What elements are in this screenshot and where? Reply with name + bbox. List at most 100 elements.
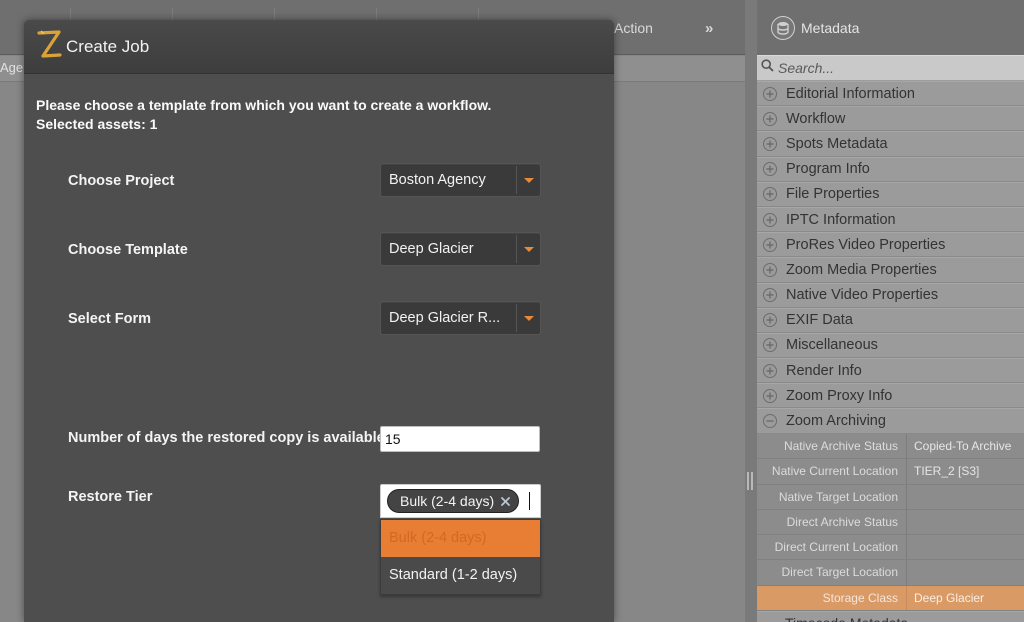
dialog-header[interactable]: Create Job: [24, 20, 614, 74]
field-direct-target-location[interactable]: Direct Target Location: [757, 560, 1024, 586]
days-available-input[interactable]: [380, 426, 540, 452]
section-label: Program Info: [786, 161, 870, 178]
expand-plus-icon: [763, 136, 777, 151]
field-storage-class[interactable]: Storage Class Deep Glacier: [757, 585, 1024, 612]
section-label: Workflow: [786, 110, 846, 127]
field-native-target-location[interactable]: Native Target Location: [757, 484, 1024, 510]
select-form-dropdown[interactable]: Deep Glacier R...: [380, 301, 541, 335]
panel-splitter[interactable]: [745, 0, 757, 622]
choose-project-label: Choose Project: [68, 173, 175, 189]
remove-chip-icon[interactable]: [500, 496, 510, 506]
expand-plus-icon: [763, 162, 777, 177]
section-zoom-archiving[interactable]: Zoom Archiving: [757, 408, 1024, 434]
dropdown-toggle[interactable]: [516, 235, 540, 263]
section-spots-metadata[interactable]: Spots Metadata: [757, 131, 1024, 157]
dropdown-value: Boston Agency: [389, 172, 486, 188]
field-value: [907, 510, 1024, 534]
dropdown-value: Deep Glacier R...: [389, 310, 501, 326]
field-label: Direct Archive Status: [757, 509, 907, 535]
section-label: Timecode Metadata: [785, 612, 908, 622]
toolbar-action-button[interactable]: Action: [614, 0, 702, 55]
section-label: File Properties: [786, 186, 880, 203]
restore-tier-select[interactable]: Bulk (2-4 days): [380, 484, 541, 518]
dropdown-toggle[interactable]: [516, 166, 540, 194]
choose-project-dropdown[interactable]: Boston Agency: [380, 163, 541, 197]
caret-down-icon: [523, 315, 534, 321]
dropdown-value: Deep Glacier: [389, 241, 474, 257]
zoom-archiving-fields: Native Archive Status Copied-To Archive N…: [757, 434, 1024, 612]
expand-plus-icon: [763, 288, 777, 303]
intro-instruction: Please choose a template from which you …: [36, 97, 492, 113]
expand-plus-icon: [763, 237, 777, 252]
expand-plus-icon: [763, 338, 777, 353]
section-label: Render Info: [786, 362, 862, 379]
expand-plus-icon: [763, 212, 777, 227]
expand-plus-icon: [763, 262, 777, 277]
section-label: ProRes Video Properties: [786, 236, 946, 253]
field-label: Native Target Location: [757, 484, 907, 509]
field-value: Copied-To Archive: [914, 439, 1012, 453]
toolbar-expand-icon[interactable]: »: [705, 0, 723, 55]
tier-option-standard[interactable]: Standard (1-2 days): [381, 557, 540, 594]
collapse-minus-icon: [763, 414, 777, 429]
section-label: Editorial Information: [786, 85, 915, 102]
choose-template-label: Choose Template: [68, 242, 188, 258]
expand-plus-icon: [763, 313, 777, 328]
field-direct-archive-status[interactable]: Direct Archive Status: [757, 509, 1024, 536]
section-iptc-information[interactable]: IPTC Information: [757, 206, 1024, 233]
expand-plus-icon: [763, 86, 777, 101]
expand-plus-icon: [763, 388, 777, 403]
database-icon: [771, 15, 795, 40]
section-editorial-information[interactable]: Editorial Information: [757, 81, 1024, 107]
section-exif-data[interactable]: EXIF Data: [757, 307, 1024, 333]
section-workflow[interactable]: Workflow: [757, 106, 1024, 132]
section-label: IPTC Information: [786, 211, 896, 228]
restore-tier-label: Restore Tier: [68, 489, 153, 505]
section-render-info[interactable]: Render Info: [757, 358, 1024, 384]
section-miscellaneous[interactable]: Miscellaneous: [757, 332, 1024, 359]
splitter-grip-icon[interactable]: [747, 472, 753, 490]
metadata-sections: Editorial Information Workflow Spots Met…: [757, 81, 1024, 434]
expand-plus-icon: [763, 187, 777, 202]
field-direct-current-location[interactable]: Direct Current Location: [757, 535, 1024, 561]
field-native-current-location[interactable]: Native Current Location TIER_2 [S3]: [757, 459, 1024, 485]
caret-down-icon: [523, 246, 534, 252]
text-cursor: [529, 492, 531, 510]
selected-assets-count: Selected assets: 1: [36, 116, 158, 132]
section-native-video-properties[interactable]: Native Video Properties: [757, 282, 1024, 308]
metadata-title: Metadata: [801, 19, 860, 36]
grid-column-header[interactable]: Age: [0, 60, 23, 75]
field-value: TIER_2 [S3]: [914, 464, 980, 479]
metadata-search: [757, 55, 1024, 81]
days-available-label: Number of days the restored copy is avai…: [68, 430, 385, 446]
dropdown-toggle[interactable]: [516, 304, 540, 332]
metadata-search-input[interactable]: [778, 60, 1018, 76]
field-label: Native Archive Status: [757, 434, 907, 459]
field-label: Direct Current Location: [757, 535, 907, 560]
selected-tier-chip: Bulk (2-4 days): [387, 489, 520, 513]
dialog-title: Create Job: [66, 36, 150, 56]
section-zoom-media-properties[interactable]: Zoom Media Properties: [757, 257, 1024, 283]
field-value: Deep Glacier: [914, 590, 985, 605]
create-job-dialog: Create Job Please choose a template from…: [24, 20, 614, 622]
field-label: Storage Class: [757, 585, 907, 611]
field-label: Native Current Location: [757, 459, 907, 484]
restore-tier-options: Bulk (2-4 days) Standard (1-2 days): [380, 519, 541, 595]
choose-template-dropdown[interactable]: Deep Glacier: [380, 232, 541, 266]
chip-label: Bulk (2-4 days): [400, 493, 495, 509]
section-timecode-metadata[interactable]: Timecode Metadata: [757, 611, 1024, 622]
section-file-properties[interactable]: File Properties: [757, 181, 1024, 207]
section-label: Miscellaneous: [786, 337, 878, 354]
expand-plus-icon: [763, 111, 777, 126]
field-label: Direct Target Location: [757, 560, 907, 585]
section-prores-video-properties[interactable]: ProRes Video Properties: [757, 232, 1024, 258]
section-label: Zoom Archiving: [786, 413, 886, 430]
field-native-archive-status[interactable]: Native Archive Status Copied-To Archive: [757, 434, 1024, 460]
section-zoom-proxy-info[interactable]: Zoom Proxy Info: [757, 383, 1024, 409]
field-value: [907, 485, 1024, 509]
field-value: [907, 535, 1024, 559]
section-program-info[interactable]: Program Info: [757, 156, 1024, 182]
select-form-label: Select Form: [68, 311, 151, 327]
tier-option-bulk[interactable]: Bulk (2-4 days): [381, 520, 540, 557]
app-logo-icon: [36, 26, 62, 67]
